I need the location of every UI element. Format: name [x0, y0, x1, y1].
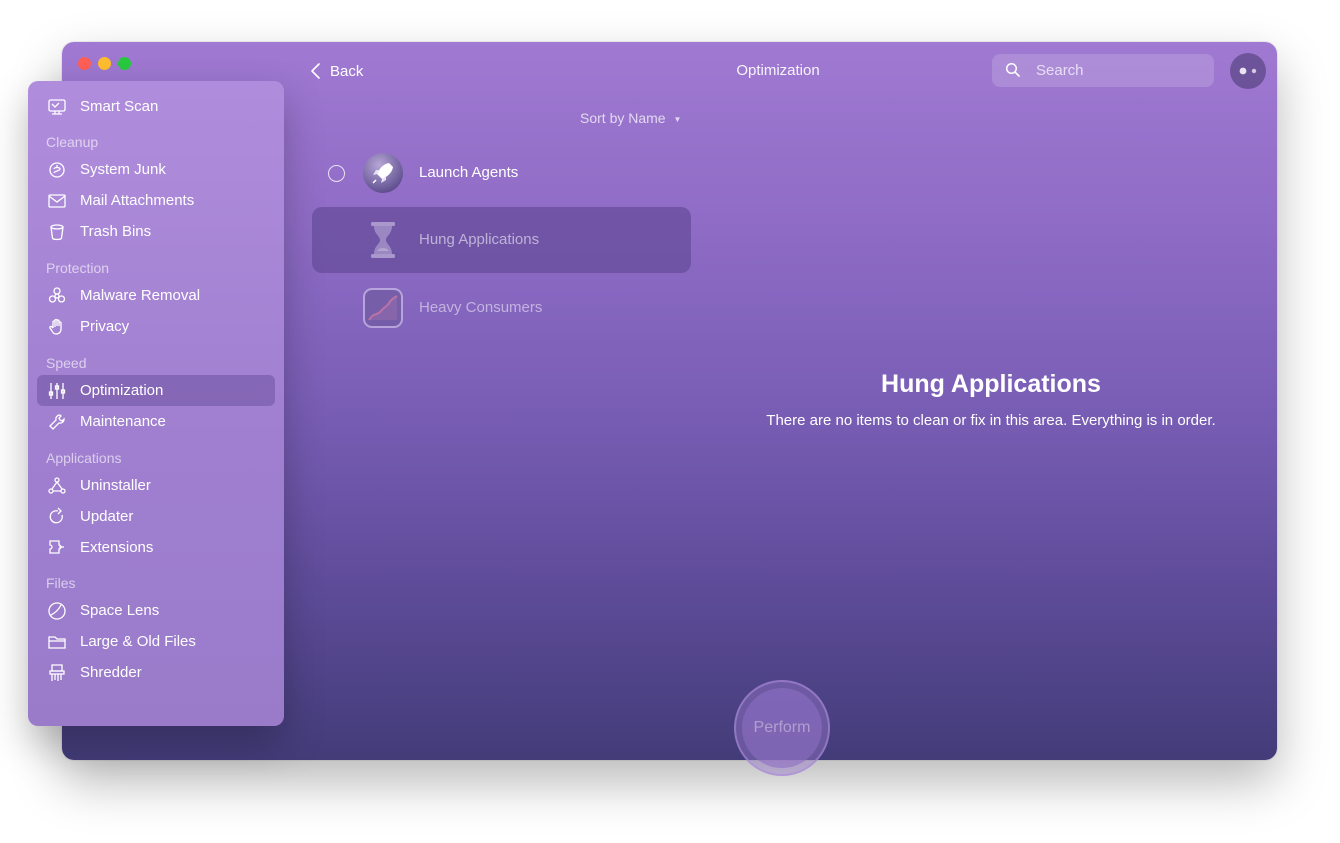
sliders-icon	[48, 383, 66, 399]
sidebar-item-updater[interactable]: Updater	[37, 501, 275, 532]
sidebar-item-optimization[interactable]: Optimization	[37, 375, 275, 406]
sidebar-item-smart-scan[interactable]: Smart Scan	[37, 91, 275, 122]
screen: Smart Scan Cleanup System Junk Mail Atta…	[0, 0, 1340, 843]
sidebar-item-label: Large & Old Files	[80, 633, 196, 650]
sidebar-item-label: Maintenance	[80, 413, 166, 430]
list-item-label: Launch Agents	[419, 164, 519, 181]
section-applications: Applications	[46, 450, 122, 466]
sidebar-item-label: Extensions	[80, 539, 154, 556]
minimize-window-button[interactable]	[98, 57, 111, 70]
sidebar-item-shredder[interactable]: Shredder	[37, 657, 275, 688]
list-item-label: Hung Applications	[419, 231, 540, 248]
perform-button[interactable]: Perform	[734, 680, 830, 776]
detail-message: There are no items to clean or fix in th…	[766, 412, 1216, 429]
window-title: Optimization	[736, 62, 820, 79]
sort-dropdown[interactable]: Sort by Name ▼	[580, 110, 681, 126]
sidebar-item-trash-bins[interactable]: Trash Bins	[37, 216, 275, 247]
list-item-launch-agents[interactable]: Launch Agents	[312, 140, 691, 206]
sidebar-item-extensions[interactable]: Extensions	[37, 532, 275, 563]
sidebar-item-space-lens[interactable]: Space Lens	[37, 595, 275, 626]
perform-label: Perform	[742, 688, 822, 768]
sidebar-item-label: Malware Removal	[80, 287, 201, 304]
sidebar-item-label: Space Lens	[80, 602, 160, 619]
sidebar-item-label: Updater	[80, 508, 134, 525]
selection-radio[interactable]	[328, 165, 345, 182]
hourglass-icon	[371, 222, 395, 258]
envelope-icon	[48, 194, 66, 208]
section-speed: Speed	[46, 355, 87, 371]
list-item-hung-applications[interactable]: Hung Applications	[312, 207, 691, 273]
sidebar-item-maintenance[interactable]: Maintenance	[37, 406, 275, 437]
sidebar-item-privacy[interactable]: Privacy	[37, 311, 275, 342]
zoom-window-button[interactable]	[118, 57, 131, 70]
search-input[interactable]	[1036, 54, 1206, 87]
sidebar-item-system-junk[interactable]: System Junk	[37, 154, 275, 185]
section-files: Files	[46, 575, 76, 591]
chevron-left-icon	[311, 63, 320, 79]
sidebar-item-label: Smart Scan	[80, 98, 159, 115]
wrench-icon	[49, 414, 65, 430]
sidebar-item-malware-removal[interactable]: Malware Removal	[37, 280, 275, 311]
search-field[interactable]	[992, 54, 1214, 87]
space-lens-icon	[48, 602, 66, 620]
sidebar-item-label: Mail Attachments	[80, 192, 195, 209]
folder-icon	[48, 636, 66, 649]
sidebar-item-label: Privacy	[80, 318, 130, 335]
sidebar-item-label: Shredder	[80, 664, 142, 681]
close-window-button[interactable]	[78, 57, 91, 70]
sidebar-item-mail-attachments[interactable]: Mail Attachments	[37, 185, 275, 216]
sidebar-item-label: Trash Bins	[80, 223, 152, 240]
system-junk-icon	[49, 162, 65, 178]
trash-bin-icon	[50, 224, 64, 241]
sidebar-item-label: System Junk	[80, 161, 166, 178]
shredder-icon	[49, 664, 65, 681]
sidebar-item-label: Optimization	[80, 382, 164, 399]
extensions-icon	[49, 540, 64, 554]
list-item-label: Heavy Consumers	[419, 299, 543, 316]
biohazard-icon	[48, 287, 66, 303]
sort-label: Sort by Name	[580, 110, 666, 126]
assistant-button[interactable]	[1230, 53, 1266, 89]
back-label: Back	[330, 62, 364, 80]
monitor-scan-icon	[48, 99, 66, 115]
sidebar: Smart Scan Cleanup System Junk Mail Atta…	[28, 81, 284, 726]
section-cleanup: Cleanup	[46, 134, 99, 150]
updater-arrow-icon	[49, 507, 63, 524]
rocket-icon	[363, 153, 403, 193]
chevron-down-icon: ▼	[673, 114, 682, 124]
search-icon	[1005, 62, 1020, 77]
activity-graph-icon	[363, 288, 403, 328]
uninstaller-icon	[48, 477, 66, 494]
hand-icon	[49, 318, 62, 335]
sidebar-item-label: Uninstaller	[80, 477, 151, 494]
detail-title: Hung Applications	[881, 370, 1101, 398]
list-item-heavy-consumers[interactable]: Heavy Consumers	[312, 275, 691, 341]
sidebar-item-large-old-files[interactable]: Large & Old Files	[37, 626, 275, 657]
back-button[interactable]: Back	[310, 60, 363, 82]
section-protection: Protection	[46, 260, 110, 276]
sidebar-item-uninstaller[interactable]: Uninstaller	[37, 470, 275, 501]
assistant-dots-icon	[1239, 67, 1257, 75]
